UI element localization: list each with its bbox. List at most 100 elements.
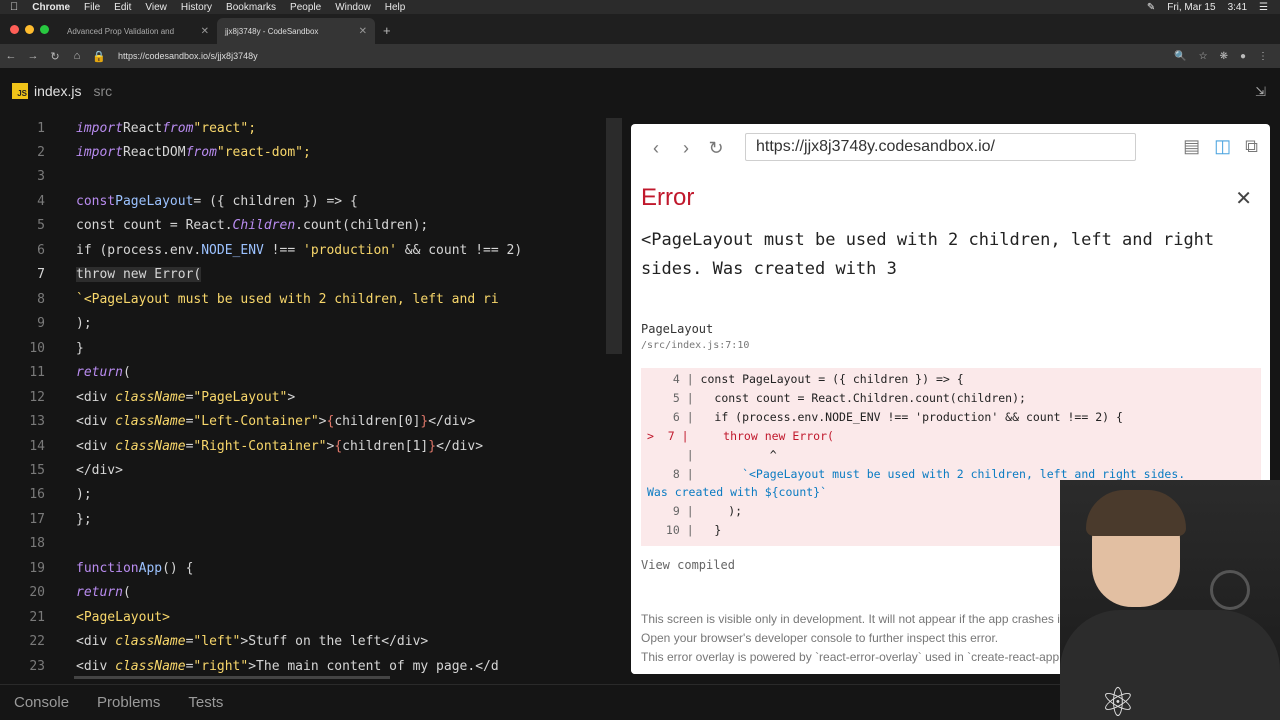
react-logo-icon: ⚛ — [1100, 681, 1136, 720]
code-line: 8 `<PageLayout must be used with 2 child… — [37, 291, 499, 307]
snippet-line: 5 | const count = React.Children.count(c… — [659, 391, 1026, 405]
browser-toolbar: ← → ↻ ⌂ 🔒 https://codesandbox.io/s/jjx8j… — [0, 44, 1280, 68]
code-line: 18 — [29, 535, 45, 551]
extension-icon[interactable]: ❋ — [1220, 51, 1228, 62]
home-icon[interactable]: ⌂ — [66, 50, 88, 62]
editor-horizontal-scrollbar[interactable] — [74, 676, 390, 679]
reload-icon[interactable]: ↻ — [44, 50, 66, 63]
file-name: index.js — [34, 83, 82, 99]
more-icon[interactable]: ⋮ — [1258, 51, 1268, 62]
snippet-line: 6 | if (process.env.NODE_ENV !== 'produc… — [659, 410, 1123, 424]
editor-file-tab[interactable]: JS index.js src — [0, 68, 1280, 114]
tab-tests[interactable]: Tests — [174, 694, 237, 711]
open-new-window-icon[interactable]: ⧉ — [1245, 136, 1258, 157]
bookmark-star-icon[interactable]: ☆ — [1199, 51, 1208, 62]
code-line: 9 ); — [37, 315, 92, 331]
layout-side-icon[interactable]: ◫ — [1214, 136, 1231, 157]
menu-view[interactable]: View — [145, 2, 167, 13]
close-tab-icon[interactable]: ✕ — [359, 26, 367, 37]
menubar-time: 3:41 — [1227, 1, 1248, 13]
tab-console[interactable]: Console — [0, 694, 83, 711]
macos-menubar:  Chrome File Edit View History Bookmark… — [0, 0, 1280, 14]
preview-url-input[interactable]: https://jjx8j3748y.codesandbox.io/ — [745, 133, 1136, 161]
code-line: 20 return ( — [29, 584, 131, 600]
preview-back-icon[interactable]: ‹ — [641, 138, 671, 159]
close-window-button[interactable] — [10, 24, 19, 34]
close-icon[interactable]: ✕ — [1235, 186, 1252, 211]
code-line: 10 } — [29, 340, 84, 356]
code-line: 1 import React from "react"; — [37, 120, 257, 136]
menu-app-name[interactable]: Chrome — [32, 2, 70, 13]
code-line: 13 <div className = "Left-Container" >{chil… — [29, 413, 476, 429]
profile-icon[interactable]: ● — [1240, 51, 1246, 62]
zoom-icon[interactable]: 🔍 — [1174, 51, 1186, 62]
browser-tabbar: Advanced Prop Validation and ✕ jjx8j3748… — [0, 14, 1280, 44]
webcam-overlay: ⚛ — [1060, 480, 1280, 720]
code-line: 22 <div className = "left" >Stuff on the le… — [29, 633, 429, 649]
snippet-line: | ^ — [659, 448, 777, 462]
code-editor[interactable]: 1 import React from "react"; 2 import Reac… — [0, 118, 628, 684]
preview-forward-icon[interactable]: › — [671, 138, 701, 159]
code-line: 14 <div className = "Right-Container" >{chi… — [29, 438, 484, 454]
file-path: src — [93, 83, 113, 99]
code-line-current: 7 throw new Error( — [37, 266, 202, 282]
view-compiled-link[interactable]: View compiled — [641, 558, 735, 572]
snippet-line: 4 | const PageLayout = ({ children }) =>… — [659, 372, 964, 386]
preview-reload-icon[interactable]: ↻ — [701, 138, 731, 159]
menu-edit[interactable]: Edit — [114, 2, 131, 13]
layout-bottom-icon[interactable]: ▤ — [1183, 136, 1200, 157]
apple-icon[interactable]:  — [10, 1, 18, 13]
snippet-line: 9 | ); — [659, 504, 743, 518]
stack-frame-location[interactable]: /src/index.js:7:10 — [641, 340, 749, 351]
screen: { "menubar": { "apple": "", "app": "Chro… — [0, 0, 1280, 720]
zoom-window-button[interactable] — [40, 24, 49, 34]
code-line: 23 <div className = "right" >The main conte… — [29, 658, 499, 674]
tab-title: jjx8j3748y - CodeSandbox — [225, 26, 319, 36]
back-icon[interactable]: ← — [0, 50, 22, 62]
menu-bookmarks[interactable]: Bookmarks — [226, 2, 276, 13]
error-title: Error — [641, 184, 695, 211]
tab-title: Advanced Prop Validation and — [67, 26, 175, 36]
browser-tab-1[interactable]: Advanced Prop Validation and ✕ — [59, 18, 217, 44]
new-tab-button[interactable]: + — [383, 23, 391, 38]
js-file-icon: JS — [12, 83, 28, 99]
menu-help[interactable]: Help — [385, 2, 406, 13]
window-controls — [0, 14, 59, 44]
menu-list-icon[interactable]: ☰ — [1259, 2, 1268, 13]
menu-people[interactable]: People — [290, 2, 321, 13]
tab-problems[interactable]: Problems — [83, 694, 174, 711]
minimize-window-button[interactable] — [25, 24, 34, 34]
browser-tab-2[interactable]: jjx8j3748y - CodeSandbox ✕ — [217, 18, 375, 44]
error-message: <PageLayout must be used with 2 children… — [641, 230, 1215, 279]
pen-icon[interactable]: ✎ — [1147, 2, 1155, 13]
menu-history[interactable]: History — [181, 2, 212, 13]
code-line: 19 function App() { — [29, 560, 194, 576]
code-line: 16 ); — [29, 486, 92, 502]
code-line: 11 return ( — [29, 364, 131, 380]
snippet-line: 10 | } — [659, 523, 722, 537]
presenter-hair — [1086, 490, 1186, 536]
forward-icon[interactable]: → — [22, 50, 44, 62]
presenter-body — [1060, 610, 1280, 720]
code-line: 4 const PageLayout = ({ children }) => { — [37, 193, 358, 209]
address-bar[interactable]: https://codesandbox.io/s/jjx8j3748y — [118, 51, 258, 61]
stack-frame-name: PageLayout — [641, 322, 714, 336]
collapse-icon[interactable]: ⇲ — [1255, 84, 1266, 100]
code-line: 17}; — [29, 511, 92, 527]
snippet-error-line: > 7 | throw new Error( — [647, 429, 834, 443]
code-line: 2 import ReactDOM from "react-dom"; — [37, 144, 311, 160]
lock-icon: 🔒 — [92, 50, 106, 63]
close-tab-icon[interactable]: ✕ — [201, 26, 209, 37]
code-line: 12 <div className = "PageLayout" > — [29, 389, 296, 405]
code-line: 5 const count = React. Children .count(chi… — [37, 217, 429, 233]
microphone-icon — [1210, 570, 1250, 610]
preview-toolbar: ‹ › ↻ https://jjx8j3748y.codesandbox.io/… — [631, 124, 1270, 172]
snippet-line: Was created with ${count}` — [647, 485, 828, 499]
menu-window[interactable]: Window — [335, 2, 371, 13]
menubar-date: Fri, Mar 15 — [1167, 1, 1216, 13]
code-line: 21 <PageLayout> — [29, 609, 170, 625]
editor-vertical-scrollbar[interactable] — [606, 118, 622, 354]
code-line: 3 — [37, 168, 45, 184]
menu-file[interactable]: File — [84, 2, 100, 13]
code-line: 15 </div> — [29, 462, 123, 478]
